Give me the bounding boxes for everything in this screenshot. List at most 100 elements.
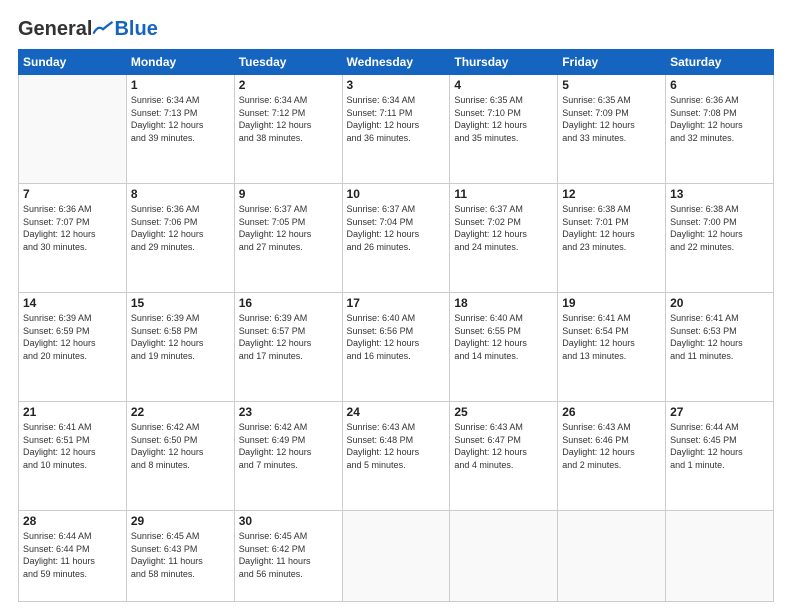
weekday-header-row: SundayMondayTuesdayWednesdayThursdayFrid… <box>19 50 774 75</box>
calendar-cell: 29 Sunrise: 6:45 AM Sunset: 6:43 PM Dayli… <box>126 511 234 602</box>
calendar-cell: 28 Sunrise: 6:44 AM Sunset: 6:44 PM Dayli… <box>19 511 127 602</box>
week-row-2: 7 Sunrise: 6:36 AM Sunset: 7:07 PM Daylig… <box>19 184 774 293</box>
day-number: 15 <box>131 296 230 310</box>
week-row-3: 14 Sunrise: 6:39 AM Sunset: 6:59 PM Dayli… <box>19 293 774 402</box>
day-number: 23 <box>239 405 338 419</box>
day-info: Sunrise: 6:40 AM Sunset: 6:56 PM Dayligh… <box>347 312 446 362</box>
day-info: Sunrise: 6:41 AM Sunset: 6:54 PM Dayligh… <box>562 312 661 362</box>
day-number: 7 <box>23 187 122 201</box>
day-number: 13 <box>670 187 769 201</box>
calendar-cell: 20 Sunrise: 6:41 AM Sunset: 6:53 PM Dayli… <box>666 293 774 402</box>
calendar-cell: 3 Sunrise: 6:34 AM Sunset: 7:11 PM Daylig… <box>342 75 450 184</box>
day-number: 5 <box>562 78 661 92</box>
day-info: Sunrise: 6:37 AM Sunset: 7:04 PM Dayligh… <box>347 203 446 253</box>
day-info: Sunrise: 6:39 AM Sunset: 6:57 PM Dayligh… <box>239 312 338 362</box>
weekday-header-saturday: Saturday <box>666 50 774 75</box>
calendar-cell: 8Sunrise: 6:36 AM Sunset: 7:06 PM Daylig… <box>126 184 234 293</box>
day-number: 28 <box>23 514 122 528</box>
day-number: 6 <box>670 78 769 92</box>
day-number: 9 <box>239 187 338 201</box>
day-info: Sunrise: 6:34 AM Sunset: 7:12 PM Dayligh… <box>239 94 338 144</box>
logo: General Blue <box>18 18 158 41</box>
day-number: 12 <box>562 187 661 201</box>
calendar-cell: 11 Sunrise: 6:37 AM Sunset: 7:02 PM Dayli… <box>450 184 558 293</box>
calendar-cell: 10Sunrise: 6:37 AM Sunset: 7:04 PM Dayli… <box>342 184 450 293</box>
day-info: Sunrise: 6:44 AM Sunset: 6:45 PM Dayligh… <box>670 421 769 471</box>
calendar-cell <box>342 511 450 602</box>
day-number: 22 <box>131 405 230 419</box>
day-info: Sunrise: 6:43 AM Sunset: 6:48 PM Dayligh… <box>347 421 446 471</box>
calendar-cell: 30Sunrise: 6:45 AM Sunset: 6:42 PM Dayli… <box>234 511 342 602</box>
day-number: 3 <box>347 78 446 92</box>
calendar-cell: 15 Sunrise: 6:39 AM Sunset: 6:58 PM Dayli… <box>126 293 234 402</box>
weekday-header-friday: Friday <box>558 50 666 75</box>
day-number: 29 <box>131 514 230 528</box>
day-info: Sunrise: 6:43 AM Sunset: 6:47 PM Dayligh… <box>454 421 553 471</box>
day-number: 17 <box>347 296 446 310</box>
day-number: 25 <box>454 405 553 419</box>
week-row-5: 28 Sunrise: 6:44 AM Sunset: 6:44 PM Dayli… <box>19 511 774 602</box>
day-info: Sunrise: 6:36 AM Sunset: 7:08 PM Dayligh… <box>670 94 769 144</box>
calendar-cell: 14 Sunrise: 6:39 AM Sunset: 6:59 PM Dayli… <box>19 293 127 402</box>
day-info: Sunrise: 6:38 AM Sunset: 7:00 PM Dayligh… <box>670 203 769 253</box>
calendar-cell: 1 Sunrise: 6:34 AM Sunset: 7:13 PM Daylig… <box>126 75 234 184</box>
calendar-cell: 24 Sunrise: 6:43 AM Sunset: 6:48 PM Dayli… <box>342 402 450 511</box>
day-number: 21 <box>23 405 122 419</box>
calendar-cell <box>666 511 774 602</box>
day-number: 18 <box>454 296 553 310</box>
day-info: Sunrise: 6:42 AM Sunset: 6:49 PM Dayligh… <box>239 421 338 471</box>
calendar-cell: 2Sunrise: 6:34 AM Sunset: 7:12 PM Daylig… <box>234 75 342 184</box>
weekday-header-sunday: Sunday <box>19 50 127 75</box>
day-number: 14 <box>23 296 122 310</box>
day-info: Sunrise: 6:35 AM Sunset: 7:09 PM Dayligh… <box>562 94 661 144</box>
calendar-cell: 21 Sunrise: 6:41 AM Sunset: 6:51 PM Dayli… <box>19 402 127 511</box>
day-number: 26 <box>562 405 661 419</box>
logo-general-text: General <box>18 18 92 41</box>
logo-icon <box>92 19 114 41</box>
day-info: Sunrise: 6:43 AM Sunset: 6:46 PM Dayligh… <box>562 421 661 471</box>
day-info: Sunrise: 6:41 AM Sunset: 6:53 PM Dayligh… <box>670 312 769 362</box>
day-info: Sunrise: 6:39 AM Sunset: 6:58 PM Dayligh… <box>131 312 230 362</box>
calendar-cell: 18 Sunrise: 6:40 AM Sunset: 6:55 PM Dayli… <box>450 293 558 402</box>
day-info: Sunrise: 6:39 AM Sunset: 6:59 PM Dayligh… <box>23 312 122 362</box>
calendar-cell: 9Sunrise: 6:37 AM Sunset: 7:05 PM Daylig… <box>234 184 342 293</box>
day-number: 16 <box>239 296 338 310</box>
day-info: Sunrise: 6:36 AM Sunset: 7:06 PM Dayligh… <box>131 203 230 253</box>
day-info: Sunrise: 6:34 AM Sunset: 7:11 PM Dayligh… <box>347 94 446 144</box>
day-number: 4 <box>454 78 553 92</box>
day-info: Sunrise: 6:36 AM Sunset: 7:07 PM Dayligh… <box>23 203 122 253</box>
logo-blue-text: Blue <box>114 18 157 41</box>
day-info: Sunrise: 6:45 AM Sunset: 6:43 PM Dayligh… <box>131 530 230 580</box>
calendar-cell: 5 Sunrise: 6:35 AM Sunset: 7:09 PM Daylig… <box>558 75 666 184</box>
weekday-header-monday: Monday <box>126 50 234 75</box>
calendar-cell <box>558 511 666 602</box>
day-info: Sunrise: 6:38 AM Sunset: 7:01 PM Dayligh… <box>562 203 661 253</box>
day-number: 24 <box>347 405 446 419</box>
day-number: 1 <box>131 78 230 92</box>
calendar-cell: 13 Sunrise: 6:38 AM Sunset: 7:00 PM Dayli… <box>666 184 774 293</box>
page: General Blue SundayMondayTuesdayWednesday… <box>0 0 792 612</box>
calendar-cell: 22 Sunrise: 6:42 AM Sunset: 6:50 PM Dayli… <box>126 402 234 511</box>
week-row-4: 21 Sunrise: 6:41 AM Sunset: 6:51 PM Dayli… <box>19 402 774 511</box>
day-info: Sunrise: 6:44 AM Sunset: 6:44 PM Dayligh… <box>23 530 122 580</box>
day-number: 27 <box>670 405 769 419</box>
day-number: 19 <box>562 296 661 310</box>
weekday-header-thursday: Thursday <box>450 50 558 75</box>
calendar-cell: 16 Sunrise: 6:39 AM Sunset: 6:57 PM Dayli… <box>234 293 342 402</box>
day-info: Sunrise: 6:37 AM Sunset: 7:02 PM Dayligh… <box>454 203 553 253</box>
calendar-cell: 6 Sunrise: 6:36 AM Sunset: 7:08 PM Daylig… <box>666 75 774 184</box>
day-info: Sunrise: 6:40 AM Sunset: 6:55 PM Dayligh… <box>454 312 553 362</box>
weekday-header-tuesday: Tuesday <box>234 50 342 75</box>
calendar-cell: 19 Sunrise: 6:41 AM Sunset: 6:54 PM Dayli… <box>558 293 666 402</box>
day-number: 11 <box>454 187 553 201</box>
day-number: 20 <box>670 296 769 310</box>
calendar-cell: 26 Sunrise: 6:43 AM Sunset: 6:46 PM Dayli… <box>558 402 666 511</box>
week-row-1: 1 Sunrise: 6:34 AM Sunset: 7:13 PM Daylig… <box>19 75 774 184</box>
day-info: Sunrise: 6:42 AM Sunset: 6:50 PM Dayligh… <box>131 421 230 471</box>
calendar-cell <box>19 75 127 184</box>
day-info: Sunrise: 6:35 AM Sunset: 7:10 PM Dayligh… <box>454 94 553 144</box>
calendar-cell: 17 Sunrise: 6:40 AM Sunset: 6:56 PM Dayli… <box>342 293 450 402</box>
calendar-cell <box>450 511 558 602</box>
day-info: Sunrise: 6:34 AM Sunset: 7:13 PM Dayligh… <box>131 94 230 144</box>
day-info: Sunrise: 6:41 AM Sunset: 6:51 PM Dayligh… <box>23 421 122 471</box>
